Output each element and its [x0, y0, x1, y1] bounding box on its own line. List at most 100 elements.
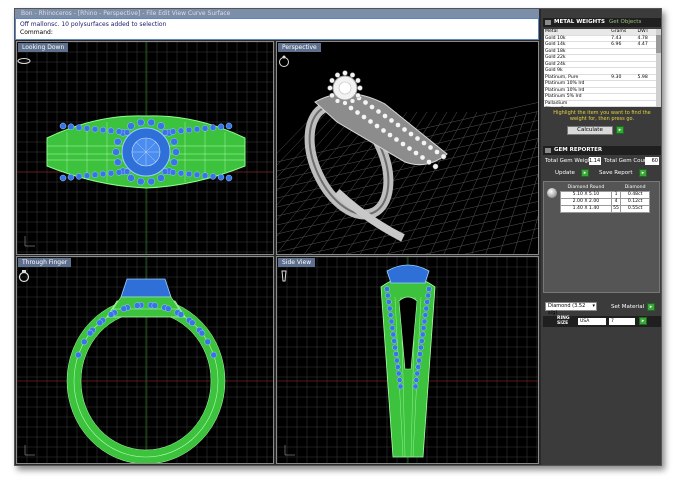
halo-stone [357, 85, 363, 91]
ring-view-icon [17, 58, 31, 64]
band-stone [169, 169, 177, 176]
ring-size-go-button[interactable]: ▸ [639, 317, 647, 325]
diamond-icon [547, 188, 557, 198]
gem-table-header-row: Diamond Round Diamond [560, 184, 650, 191]
pave-stone [367, 118, 374, 125]
pave-stone [426, 159, 432, 165]
go-button[interactable]: ▸ [616, 126, 624, 134]
command-area[interactable]: Off mallonsc. 10 polysurfaces added to s… [15, 18, 539, 40]
top-view-canvas[interactable] [17, 42, 274, 255]
halo-stone [157, 174, 165, 182]
halo-stone [137, 177, 145, 186]
viewport-through-finger[interactable]: Through Finger [16, 256, 274, 464]
set-material-go-button[interactable]: ▸ [647, 303, 655, 311]
ring-size-value-select[interactable]: 7 [609, 318, 635, 325]
band-stone [161, 168, 169, 175]
metal-weights-table[interactable]: Metal Grams DWT Gold 10k 7.43 4.78 Gold 14k 6.… [544, 29, 656, 107]
scrollbar-thumb[interactable] [656, 35, 661, 53]
halo-stone [112, 148, 120, 156]
band-stone [185, 126, 193, 134]
get-objects-label[interactable]: Get Objects [609, 18, 641, 27]
command-prompt[interactable]: Command: [20, 29, 53, 36]
cad-application-window: Bon - Rhinoceros - [Rhino - Perspective]… [14, 8, 662, 466]
metal-weights-hint: Highlight the item you want to find the … [553, 110, 651, 122]
shank-stone [420, 325, 427, 331]
shank-stone [421, 318, 428, 325]
metal-table-scrollbar[interactable] [656, 29, 661, 107]
pave-stone [388, 117, 395, 124]
ring-size-bar: RING SIZE USA 7 ▸ [543, 316, 661, 327]
shank-stone [86, 329, 94, 337]
halo-stone [172, 148, 180, 156]
band-stone [193, 171, 201, 179]
shank-stone [418, 338, 425, 344]
gem-row[interactable]: 5.10 X 5.10 1 0.48ct [560, 190, 650, 199]
ucs-icon [24, 236, 35, 247]
update-go-button[interactable]: ▸ [581, 169, 589, 177]
gem-list[interactable]: Diamond Round Diamond 5.10 X 5.10 1 0.48ct 2… [543, 181, 660, 293]
chevron-down-icon[interactable]: ▾ [592, 303, 595, 310]
halo-stone [355, 92, 361, 99]
halo-stone [157, 122, 165, 130]
update-button[interactable]: Update [555, 170, 575, 176]
viewport-label[interactable]: Through Finger [18, 258, 72, 267]
gem-cell: 0.55ct [620, 204, 650, 213]
band-stone [225, 122, 233, 130]
gem-cell: 0.48ct [620, 190, 650, 199]
total-gem-count-label: Total Gem Count [604, 158, 650, 164]
viewport-perspective[interactable]: Perspective [276, 41, 539, 255]
material-select[interactable]: Diamond (3.52 s/g) ▾ [545, 302, 597, 316]
halo-stone [137, 118, 145, 127]
total-gem-count-value: 60 [645, 157, 659, 165]
pave-stone [408, 131, 414, 137]
metal-weights-title: METAL WEIGHTS [554, 19, 605, 25]
band-stone [59, 122, 67, 130]
calculate-dropdown[interactable]: Calculate [567, 126, 613, 135]
collapse-icon[interactable] [545, 20, 551, 25]
set-material-button[interactable]: Set Material [611, 304, 644, 310]
pave-stone [382, 113, 388, 119]
shank-stone [396, 377, 403, 383]
shank-stone [424, 299, 431, 305]
gem-row[interactable]: 1.40 X 1.40 55 0.55ct [560, 204, 650, 213]
band-stone [201, 172, 209, 179]
grid-line [513, 173, 538, 254]
shank-stone [384, 286, 390, 292]
front-view-canvas[interactable] [17, 257, 274, 464]
ring-size-standard-select[interactable]: USA [578, 318, 606, 325]
save-report-button[interactable]: Save Report [599, 170, 632, 176]
pave-stone [440, 153, 447, 160]
pave-stone [387, 132, 393, 138]
viewport-label[interactable]: Looking Down [18, 43, 69, 52]
gem-row[interactable]: 2.00 X 2.00 4 0.12ct [560, 197, 650, 206]
gem-reporter-header[interactable]: GEM REPORTER [543, 146, 661, 155]
viewport-label[interactable]: Side View [278, 258, 316, 267]
band-stone [169, 128, 177, 135]
shank-stone [204, 338, 211, 346]
halo-stone [327, 85, 333, 91]
shank-stone [393, 351, 399, 357]
viewport-looking-down[interactable]: Looking Down [16, 41, 274, 255]
perspective-canvas[interactable] [277, 42, 539, 255]
halo-stone [127, 174, 135, 182]
side-view-canvas[interactable] [277, 257, 539, 464]
band-stone [217, 123, 225, 131]
pave-stone [414, 135, 421, 142]
pave-stone [393, 136, 400, 143]
collapse-icon[interactable] [545, 148, 551, 153]
metal-row[interactable]: Silver, Pure [544, 106, 656, 107]
metal-weights-header[interactable]: METAL WEIGHTS Get Objects [543, 18, 661, 27]
halo-stone [349, 98, 356, 104]
band-stone [91, 125, 99, 133]
band-stone [185, 170, 193, 178]
shank-stone [417, 351, 423, 357]
shank-stone [416, 357, 422, 364]
viewport-label[interactable]: Perspective [278, 43, 321, 52]
halo-stone [170, 137, 178, 146]
save-report-go-button[interactable]: ▸ [639, 169, 647, 177]
band-stone [201, 125, 209, 132]
window-title: Bon - Rhinoceros - [Rhino - Perspective]… [21, 10, 231, 17]
viewport-side-view[interactable]: Side View [276, 256, 539, 464]
shank-stone [385, 292, 391, 299]
gem-cell: 1.40 X 1.40 [560, 204, 612, 213]
